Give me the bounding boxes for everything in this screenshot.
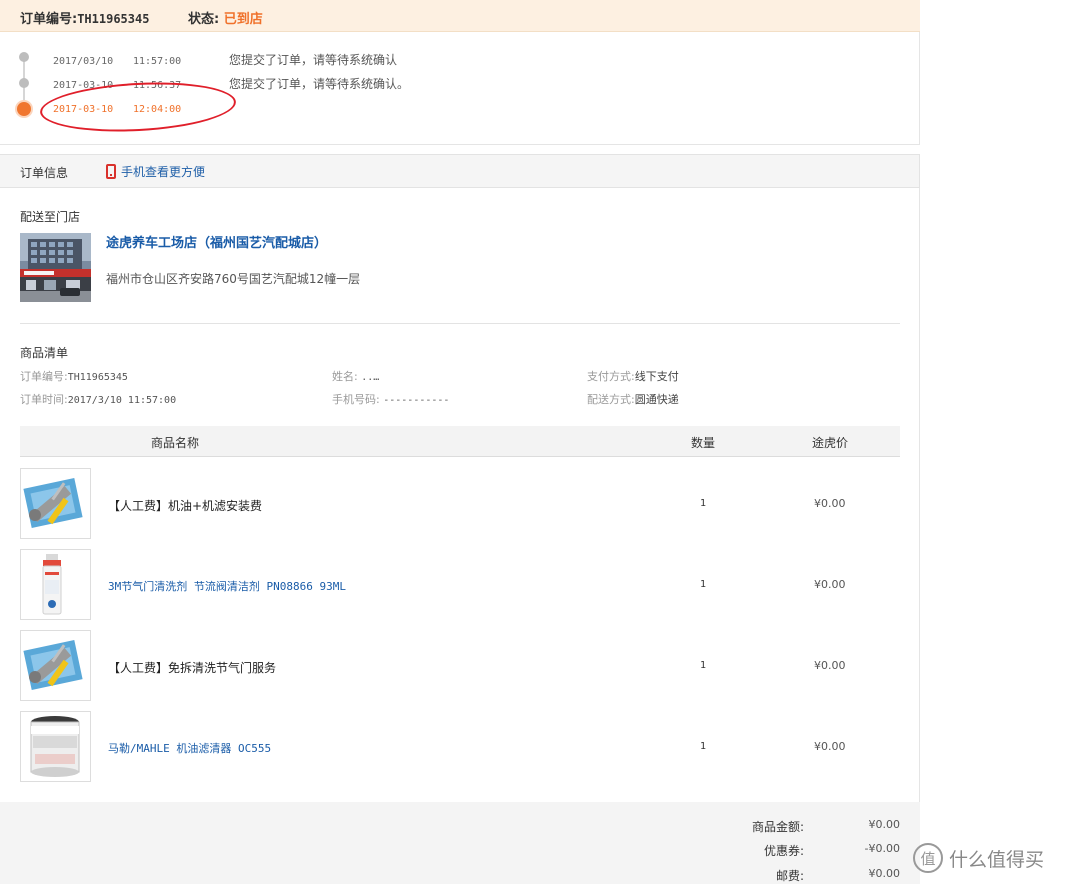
col-product-name: 商品名称 (151, 436, 200, 450)
order-detail-page: 订单编号:TH11965345 状态: 已到店 2017/03/10 11:57:… (0, 0, 920, 884)
order-totals: 商品金额: ¥0.00 优惠券: -¥0.00 邮费: ¥0.00 (0, 802, 920, 884)
timeline-time: 11:57:00 (133, 56, 182, 67)
meta-label: 订单编号: (20, 370, 68, 383)
tools-icon[interactable] (20, 630, 91, 701)
meta-value: 圆通快递 (634, 393, 679, 406)
product-qty: 1 (700, 660, 707, 671)
table-row: 【人工费】免拆清洗节气门服务 1 ¥0.00 (20, 630, 900, 702)
product-price: ¥0.00 (814, 740, 846, 753)
oil-filter-icon[interactable] (20, 711, 91, 782)
meta-value: 2017/3/10 11:57:00 (67, 395, 177, 406)
phone-icon (106, 164, 116, 179)
meta-order-time: 订单时间:2017/3/10 11:57:00 (20, 391, 176, 407)
total-label: 商品金额: (751, 820, 804, 834)
timeline-date: 2017/03/10 (53, 56, 114, 67)
timeline-message: 您提交了订单，请等待系统确认。 (229, 77, 410, 91)
spray-can-icon[interactable] (20, 549, 91, 620)
timeline-entry: 2017/03/10 11:57:00 您提交了订单，请等待系统确认 (53, 51, 397, 68)
meta-value: TH11965345 (67, 372, 128, 383)
meta-label: 支付方式: (587, 370, 635, 383)
order-status-label: 状态: (188, 12, 220, 27)
order-status-value: 已到店 (223, 12, 263, 27)
product-price: ¥0.00 (814, 659, 846, 672)
product-name: 【人工费】机油+机滤安装费 (108, 499, 263, 513)
col-quantity: 数量 (691, 436, 716, 450)
watermark: 值 什么值得买 (913, 843, 1044, 873)
meta-phone: 手机号码: ----------- (332, 391, 449, 407)
product-list-title: 商品清单 (20, 346, 69, 360)
meta-value: ----------- (383, 395, 450, 406)
order-number-value: TH11965345 (77, 12, 150, 26)
product-qty: 1 (700, 579, 707, 590)
mobile-view-label: 手机查看更方便 (121, 165, 206, 179)
meta-label: 配送方式: (587, 393, 635, 406)
product-table-header: 商品名称 数量 途虎价 (20, 426, 900, 457)
meta-label: 姓名: (332, 370, 358, 383)
total-value: ¥0.00 (868, 818, 901, 831)
meta-order-number: 订单编号:TH11965345 (20, 368, 128, 384)
store-section-title: 配送至门店 (20, 210, 81, 224)
mobile-view-link[interactable]: 手机查看更方便 (106, 163, 205, 180)
timeline-dot-current (17, 102, 31, 116)
tab-order-info[interactable]: 订单信息 (20, 164, 68, 181)
total-label: 邮费: (775, 869, 804, 883)
order-status: 状态: 已到店 (188, 8, 263, 27)
product-name: 【人工费】免拆清洗节气门服务 (108, 661, 277, 675)
order-number: 订单编号:TH11965345 (20, 8, 149, 27)
table-row: 【人工费】机油+机滤安装费 1 ¥0.00 (20, 468, 900, 540)
store-photo (20, 233, 91, 302)
section-divider (20, 323, 900, 324)
store-address: 福州市仓山区齐安路760号国艺汽配城12幢一层 (106, 272, 361, 286)
order-info-bar: 订单信息 手机查看更方便 (0, 154, 920, 188)
order-timeline: 2017/03/10 11:57:00 您提交了订单，请等待系统确认 2017-03… (0, 32, 920, 145)
product-price: ¥0.00 (814, 578, 846, 591)
meta-payment: 支付方式:线下支付 (587, 368, 679, 384)
col-price: 途虎价 (812, 436, 849, 450)
order-number-label: 订单编号: (20, 12, 78, 27)
total-label: 优惠券: (763, 844, 804, 858)
total-value: ¥0.00 (868, 867, 901, 880)
timeline-dot (19, 78, 29, 88)
meta-delivery: 配送方式:圆通快递 (587, 391, 679, 407)
meta-value: 线下支付 (634, 370, 679, 383)
meta-label: 订单时间: (20, 393, 68, 406)
meta-value: ..… (361, 372, 380, 383)
order-content: 配送至门店 途虎养车工场店（福州国艺汽配城店） 福州市仓山区齐安路760号国艺汽… (0, 188, 920, 802)
total-value: -¥0.00 (864, 842, 900, 855)
product-name-link[interactable]: 3M节气门清洗剂 节流阀清洁剂 PN08866 93ML (108, 578, 346, 594)
watermark-text: 什么值得买 (949, 848, 1045, 871)
product-price: ¥0.00 (814, 497, 846, 510)
product-qty: 1 (700, 741, 707, 752)
product-qty: 1 (700, 498, 707, 509)
timeline-message: 您提交了订单，请等待系统确认 (229, 53, 398, 67)
watermark-logo-icon: 值 (913, 843, 943, 873)
table-row: 马勒/MAHLE 机油滤清器 OC555 1 ¥0.00 (20, 711, 900, 783)
store-name-link[interactable]: 途虎养车工场店（福州国艺汽配城店） (106, 232, 327, 251)
timeline-dot (19, 52, 29, 62)
order-header: 订单编号:TH11965345 状态: 已到店 (0, 0, 920, 32)
meta-label: 手机号码: (332, 393, 380, 406)
tools-icon[interactable] (20, 468, 91, 539)
meta-name: 姓名: ..… (332, 368, 379, 384)
table-row: 3M节气门清洗剂 节流阀清洁剂 PN08866 93ML 1 ¥0.00 (20, 549, 900, 621)
product-name-link[interactable]: 马勒/MAHLE 机油滤清器 OC555 (108, 740, 271, 756)
